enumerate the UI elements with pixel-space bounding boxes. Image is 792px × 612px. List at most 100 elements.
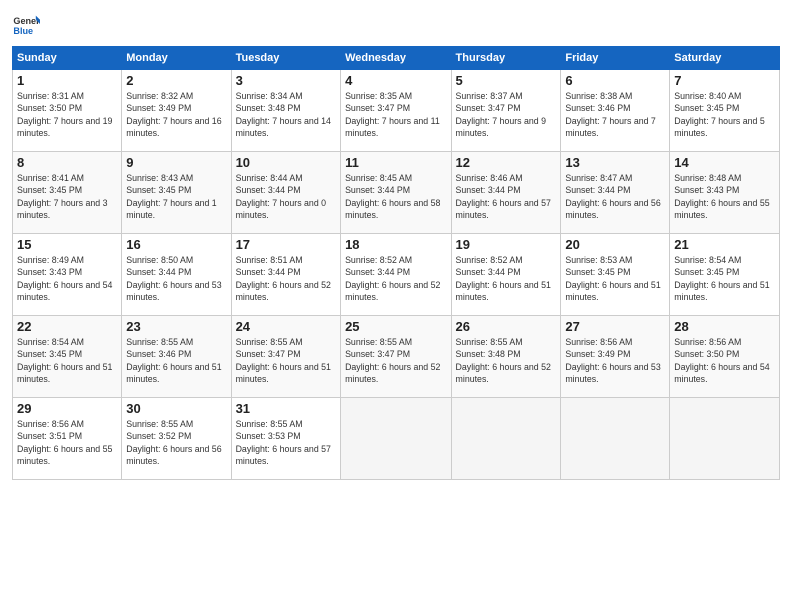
day-number: 28 — [674, 319, 775, 334]
calendar-cell: 28 Sunrise: 8:56 AM Sunset: 3:50 PM Dayl… — [670, 316, 780, 398]
calendar-cell: 16 Sunrise: 8:50 AM Sunset: 3:44 PM Dayl… — [122, 234, 231, 316]
day-number: 10 — [236, 155, 336, 170]
calendar-cell: 13 Sunrise: 8:47 AM Sunset: 3:44 PM Dayl… — [561, 152, 670, 234]
calendar-cell: 18 Sunrise: 8:52 AM Sunset: 3:44 PM Dayl… — [341, 234, 451, 316]
calendar-cell: 4 Sunrise: 8:35 AM Sunset: 3:47 PM Dayli… — [341, 70, 451, 152]
calendar-week-5: 29 Sunrise: 8:56 AM Sunset: 3:51 PM Dayl… — [13, 398, 780, 480]
day-info: Sunrise: 8:56 AM Sunset: 3:51 PM Dayligh… — [17, 418, 117, 467]
day-number: 16 — [126, 237, 226, 252]
day-info: Sunrise: 8:37 AM Sunset: 3:47 PM Dayligh… — [456, 90, 557, 139]
day-info: Sunrise: 8:52 AM Sunset: 3:44 PM Dayligh… — [456, 254, 557, 303]
day-info: Sunrise: 8:54 AM Sunset: 3:45 PM Dayligh… — [674, 254, 775, 303]
calendar-cell: 19 Sunrise: 8:52 AM Sunset: 3:44 PM Dayl… — [451, 234, 561, 316]
header: General Blue — [12, 10, 780, 38]
calendar-cell — [341, 398, 451, 480]
calendar-cell: 21 Sunrise: 8:54 AM Sunset: 3:45 PM Dayl… — [670, 234, 780, 316]
calendar-cell: 11 Sunrise: 8:45 AM Sunset: 3:44 PM Dayl… — [341, 152, 451, 234]
calendar-cell: 14 Sunrise: 8:48 AM Sunset: 3:43 PM Dayl… — [670, 152, 780, 234]
day-info: Sunrise: 8:35 AM Sunset: 3:47 PM Dayligh… — [345, 90, 446, 139]
day-number: 30 — [126, 401, 226, 416]
col-header-wednesday: Wednesday — [341, 47, 451, 70]
day-number: 14 — [674, 155, 775, 170]
calendar-header-row: SundayMondayTuesdayWednesdayThursdayFrid… — [13, 47, 780, 70]
day-info: Sunrise: 8:55 AM Sunset: 3:53 PM Dayligh… — [236, 418, 336, 467]
day-number: 20 — [565, 237, 665, 252]
col-header-thursday: Thursday — [451, 47, 561, 70]
day-info: Sunrise: 8:55 AM Sunset: 3:46 PM Dayligh… — [126, 336, 226, 385]
day-number: 13 — [565, 155, 665, 170]
day-number: 7 — [674, 73, 775, 88]
day-info: Sunrise: 8:43 AM Sunset: 3:45 PM Dayligh… — [126, 172, 226, 221]
day-info: Sunrise: 8:32 AM Sunset: 3:49 PM Dayligh… — [126, 90, 226, 139]
day-info: Sunrise: 8:55 AM Sunset: 3:47 PM Dayligh… — [236, 336, 336, 385]
calendar-cell: 9 Sunrise: 8:43 AM Sunset: 3:45 PM Dayli… — [122, 152, 231, 234]
day-number: 29 — [17, 401, 117, 416]
day-number: 19 — [456, 237, 557, 252]
calendar-cell: 2 Sunrise: 8:32 AM Sunset: 3:49 PM Dayli… — [122, 70, 231, 152]
day-number: 6 — [565, 73, 665, 88]
calendar-cell: 10 Sunrise: 8:44 AM Sunset: 3:44 PM Dayl… — [231, 152, 340, 234]
day-info: Sunrise: 8:44 AM Sunset: 3:44 PM Dayligh… — [236, 172, 336, 221]
calendar-cell: 31 Sunrise: 8:55 AM Sunset: 3:53 PM Dayl… — [231, 398, 340, 480]
day-info: Sunrise: 8:47 AM Sunset: 3:44 PM Dayligh… — [565, 172, 665, 221]
calendar-cell: 24 Sunrise: 8:55 AM Sunset: 3:47 PM Dayl… — [231, 316, 340, 398]
day-number: 21 — [674, 237, 775, 252]
calendar-cell: 6 Sunrise: 8:38 AM Sunset: 3:46 PM Dayli… — [561, 70, 670, 152]
calendar-cell: 22 Sunrise: 8:54 AM Sunset: 3:45 PM Dayl… — [13, 316, 122, 398]
day-number: 25 — [345, 319, 446, 334]
day-info: Sunrise: 8:54 AM Sunset: 3:45 PM Dayligh… — [17, 336, 117, 385]
day-number: 23 — [126, 319, 226, 334]
calendar-week-3: 15 Sunrise: 8:49 AM Sunset: 3:43 PM Dayl… — [13, 234, 780, 316]
day-number: 31 — [236, 401, 336, 416]
day-number: 3 — [236, 73, 336, 88]
day-info: Sunrise: 8:49 AM Sunset: 3:43 PM Dayligh… — [17, 254, 117, 303]
day-info: Sunrise: 8:46 AM Sunset: 3:44 PM Dayligh… — [456, 172, 557, 221]
calendar-cell: 1 Sunrise: 8:31 AM Sunset: 3:50 PM Dayli… — [13, 70, 122, 152]
day-number: 4 — [345, 73, 446, 88]
col-header-saturday: Saturday — [670, 47, 780, 70]
calendar-body: 1 Sunrise: 8:31 AM Sunset: 3:50 PM Dayli… — [13, 70, 780, 480]
day-info: Sunrise: 8:38 AM Sunset: 3:46 PM Dayligh… — [565, 90, 665, 139]
day-info: Sunrise: 8:55 AM Sunset: 3:48 PM Dayligh… — [456, 336, 557, 385]
calendar-cell — [670, 398, 780, 480]
day-number: 27 — [565, 319, 665, 334]
calendar-cell: 3 Sunrise: 8:34 AM Sunset: 3:48 PM Dayli… — [231, 70, 340, 152]
calendar-cell: 29 Sunrise: 8:56 AM Sunset: 3:51 PM Dayl… — [13, 398, 122, 480]
day-info: Sunrise: 8:55 AM Sunset: 3:52 PM Dayligh… — [126, 418, 226, 467]
day-info: Sunrise: 8:48 AM Sunset: 3:43 PM Dayligh… — [674, 172, 775, 221]
calendar-cell: 12 Sunrise: 8:46 AM Sunset: 3:44 PM Dayl… — [451, 152, 561, 234]
calendar-cell — [451, 398, 561, 480]
day-number: 15 — [17, 237, 117, 252]
col-header-sunday: Sunday — [13, 47, 122, 70]
day-info: Sunrise: 8:45 AM Sunset: 3:44 PM Dayligh… — [345, 172, 446, 221]
calendar-cell: 8 Sunrise: 8:41 AM Sunset: 3:45 PM Dayli… — [13, 152, 122, 234]
calendar-cell: 30 Sunrise: 8:55 AM Sunset: 3:52 PM Dayl… — [122, 398, 231, 480]
logo: General Blue — [12, 10, 40, 38]
day-info: Sunrise: 8:50 AM Sunset: 3:44 PM Dayligh… — [126, 254, 226, 303]
day-number: 8 — [17, 155, 117, 170]
logo-icon: General Blue — [12, 10, 40, 38]
day-info: Sunrise: 8:34 AM Sunset: 3:48 PM Dayligh… — [236, 90, 336, 139]
day-number: 9 — [126, 155, 226, 170]
calendar-cell: 17 Sunrise: 8:51 AM Sunset: 3:44 PM Dayl… — [231, 234, 340, 316]
calendar-cell: 23 Sunrise: 8:55 AM Sunset: 3:46 PM Dayl… — [122, 316, 231, 398]
calendar-cell: 7 Sunrise: 8:40 AM Sunset: 3:45 PM Dayli… — [670, 70, 780, 152]
day-number: 2 — [126, 73, 226, 88]
day-number: 5 — [456, 73, 557, 88]
day-info: Sunrise: 8:51 AM Sunset: 3:44 PM Dayligh… — [236, 254, 336, 303]
calendar-cell: 15 Sunrise: 8:49 AM Sunset: 3:43 PM Dayl… — [13, 234, 122, 316]
calendar-table: SundayMondayTuesdayWednesdayThursdayFrid… — [12, 46, 780, 480]
calendar-cell: 25 Sunrise: 8:55 AM Sunset: 3:47 PM Dayl… — [341, 316, 451, 398]
calendar-week-2: 8 Sunrise: 8:41 AM Sunset: 3:45 PM Dayli… — [13, 152, 780, 234]
calendar-cell: 27 Sunrise: 8:56 AM Sunset: 3:49 PM Dayl… — [561, 316, 670, 398]
day-number: 18 — [345, 237, 446, 252]
calendar-cell: 20 Sunrise: 8:53 AM Sunset: 3:45 PM Dayl… — [561, 234, 670, 316]
day-number: 17 — [236, 237, 336, 252]
day-info: Sunrise: 8:56 AM Sunset: 3:50 PM Dayligh… — [674, 336, 775, 385]
day-info: Sunrise: 8:56 AM Sunset: 3:49 PM Dayligh… — [565, 336, 665, 385]
day-number: 22 — [17, 319, 117, 334]
day-number: 24 — [236, 319, 336, 334]
day-info: Sunrise: 8:40 AM Sunset: 3:45 PM Dayligh… — [674, 90, 775, 139]
day-info: Sunrise: 8:31 AM Sunset: 3:50 PM Dayligh… — [17, 90, 117, 139]
calendar-cell — [561, 398, 670, 480]
